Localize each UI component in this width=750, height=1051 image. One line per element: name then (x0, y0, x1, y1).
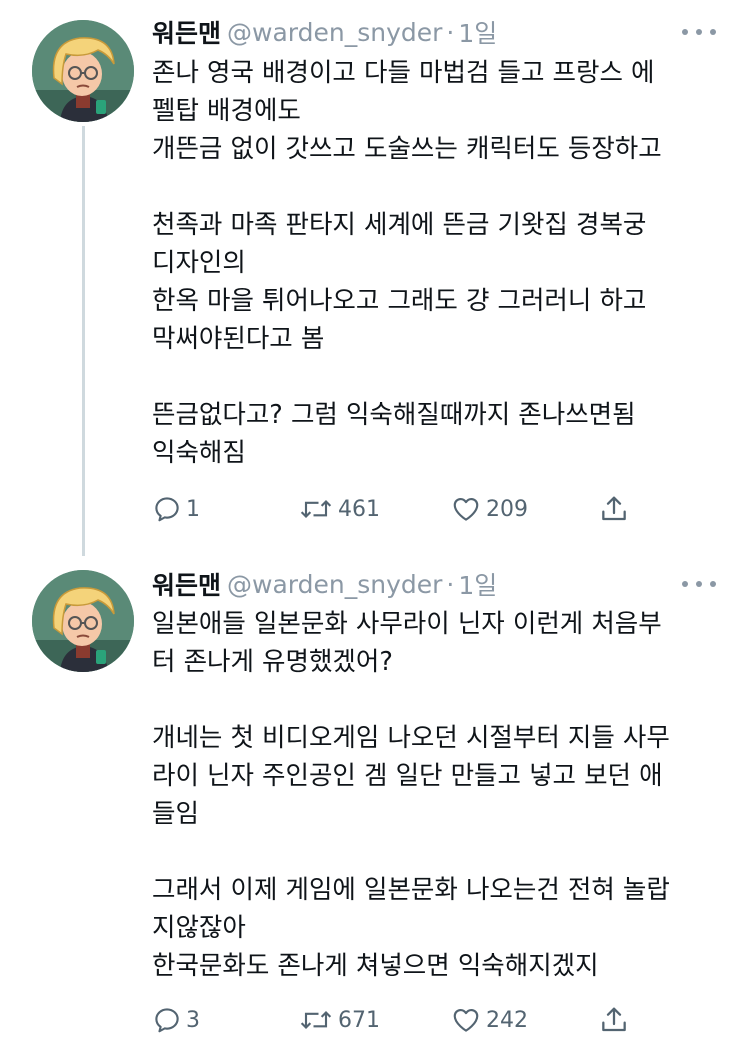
tweet-line: 천족과 마족 판타지 세계에 뜬금 기왓집 경복궁 (152, 210, 647, 240)
author-name[interactable]: 워든맨 (152, 14, 221, 50)
separator-dot: · (446, 17, 455, 47)
reply-count: 3 (186, 1007, 200, 1033)
retweet-icon (300, 1010, 332, 1030)
timestamp[interactable]: 1일 (458, 14, 497, 50)
author-name[interactable]: 워든맨 (152, 566, 221, 602)
reply-button[interactable]: 3 (152, 1000, 200, 1040)
more-icon[interactable] (682, 578, 716, 590)
tweet-line: 일본애들 일본문화 사무라이 닌자 이런게 처음부 (152, 609, 662, 639)
tweet-line: 익숙해짐 (152, 438, 246, 468)
tweet-line: 라이 닌자 주인공인 겜 일단 만들고 넣고 보던 애 (152, 761, 663, 791)
share-icon (602, 496, 626, 521)
heart-icon (453, 1008, 479, 1032)
share-button[interactable] (598, 489, 630, 529)
more-icon[interactable] (682, 26, 716, 38)
tweet-actions: 3 671 242 (152, 1000, 642, 1040)
reply-icon (155, 1008, 179, 1033)
tweet-line: 지않잖아 (152, 913, 246, 943)
tweet-2[interactable]: 워든맨 @warden_snyder · 1일 일본애들 일본문화 사무라이 닌… (0, 556, 750, 1051)
reply-count: 1 (186, 496, 200, 522)
tweet-line: 개네는 첫 비디오게임 나오던 시절부터 지들 사무 (152, 723, 670, 753)
retweet-count: 671 (338, 1007, 380, 1033)
retweet-button[interactable]: 461 (298, 489, 380, 529)
avatar[interactable] (32, 20, 134, 122)
tweet-line: 펠탑 배경에도 (152, 96, 301, 126)
tweet-line: 개뜬금 없이 갓쓰고 도술쓰는 캐릭터도 등장하고 (152, 134, 662, 164)
line-break (152, 681, 722, 719)
line-break (152, 168, 722, 206)
separator-dot: · (446, 569, 455, 599)
tweet-line: 들임 (152, 799, 199, 829)
retweet-icon (300, 499, 332, 519)
like-button[interactable]: 209 (450, 489, 528, 529)
tweet-text: 존나 영국 배경이고 다들 마법검 들고 프랑스 에 펠탑 배경에도 개뜬금 없… (152, 54, 722, 472)
retweet-button[interactable]: 671 (298, 1000, 380, 1040)
tweet-line: 막써야된다고 봄 (152, 324, 325, 354)
tweet-header: 워든맨 @warden_snyder · 1일 (152, 566, 497, 602)
retweet-count: 461 (338, 496, 380, 522)
share-icon (602, 1007, 626, 1032)
avatar[interactable] (32, 570, 134, 672)
tweet-1[interactable]: 워든맨 @warden_snyder · 1일 존나 영국 배경이고 다들 마법… (0, 0, 750, 556)
tweet-line: 터 존나게 유명했겠어? (152, 647, 393, 677)
line-break (152, 358, 722, 396)
tweet-line: 뜬금없다고? 그럼 익숙해질때까지 존나쓰면됨 (152, 400, 636, 430)
like-count: 209 (486, 496, 528, 522)
heart-icon (453, 497, 479, 521)
tweet-text: 일본애들 일본문화 사무라이 닌자 이런게 처음부 터 존나게 유명했겠어? 개… (152, 605, 722, 985)
tweet-line: 디자인의 (152, 248, 246, 278)
tweet-line: 그래서 이제 게임에 일본문화 나오는건 전혀 놀랍 (152, 875, 670, 905)
line-break (152, 833, 722, 871)
share-button[interactable] (598, 1000, 630, 1040)
tweet-actions: 1 461 209 (152, 489, 642, 529)
tweet-header: 워든맨 @warden_snyder · 1일 (152, 14, 497, 50)
tweet-line: 한국문화도 존나게 쳐넣으면 익숙해지겠지 (152, 951, 599, 981)
reply-button[interactable]: 1 (152, 489, 200, 529)
reply-icon (155, 497, 179, 522)
timestamp[interactable]: 1일 (458, 566, 497, 602)
like-count: 242 (486, 1007, 528, 1033)
tweet-line: 한옥 마을 튀어나오고 그래도 걍 그러러니 하고 (152, 286, 647, 316)
tweet-line: 존나 영국 배경이고 다들 마법검 들고 프랑스 에 (152, 58, 655, 88)
author-handle[interactable]: @warden_snyder (227, 570, 442, 599)
like-button[interactable]: 242 (450, 1000, 528, 1040)
author-handle[interactable]: @warden_snyder (227, 18, 442, 47)
